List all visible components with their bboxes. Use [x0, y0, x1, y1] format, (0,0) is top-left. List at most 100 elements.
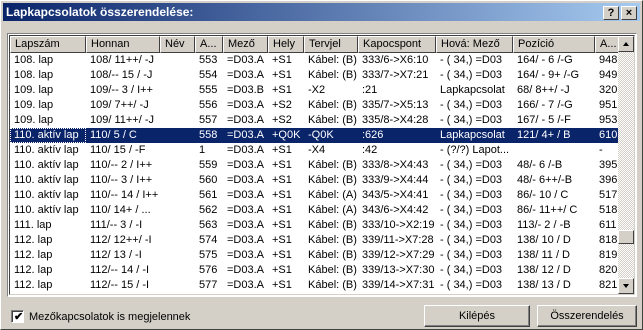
table-row[interactable]: 112. lap 112/-- 15 / -I 577 =D03.A +S1 Kábel:…	[10, 278, 620, 293]
hova-mezo-cell: - (?/?) Lapot...	[440, 144, 510, 156]
kapocspont-cell: :626	[362, 129, 384, 141]
header-col-lapszam[interactable]: Lapszám	[10, 36, 86, 53]
checkbox-label[interactable]: Mezőkapcsolatok is megjelennek	[29, 309, 190, 325]
lapszam-cell: 112. lap	[14, 264, 53, 276]
header-col-a2[interactable]: A...	[595, 36, 620, 53]
kapocspont-cell: 343/5->X4:41	[362, 189, 429, 201]
lapszam-cell: 111. lap	[14, 219, 52, 231]
checkbox-box[interactable]: ✔	[11, 310, 24, 323]
help-button[interactable]: ?	[603, 6, 619, 20]
header-col-hova-mezo[interactable]: Hová: Mező	[436, 36, 513, 53]
header-col-kapocspont[interactable]: Kapocspont	[358, 36, 436, 53]
hova-mezo-cell: - ( 34,) =D03	[440, 99, 503, 111]
nev-cell	[160, 233, 195, 248]
tervjel-cell: Kábel: (B)	[308, 264, 357, 276]
header-col-hely[interactable]: Hely	[268, 36, 304, 53]
kapocspont-cell: 339/12->X7:29	[362, 249, 435, 261]
a-cell: 559	[199, 159, 218, 171]
honnan-cell: 111/-- 3 / -I	[90, 219, 143, 231]
hely-cell: +S2	[272, 99, 292, 111]
pozicio-cell: 164/ - 6 /-G	[517, 54, 573, 66]
table-row[interactable]: 112. lap 112/-- 14 / -I 576 =D03.A +S1 Kábel:…	[10, 263, 620, 278]
header-col-pozicio[interactable]: Pozíció	[513, 36, 595, 53]
selected-table-row[interactable]: 110. aktív lap 110/ 5 / C 558 =D03.A +Q0K -Q0…	[10, 128, 620, 143]
a2-cell: 396	[599, 174, 618, 186]
table-row[interactable]: 108. lap 108/ 11++/ -J 553 =D03.A +S1 Kábel: …	[10, 53, 620, 68]
hova-mezo-cell: - ( 34,) =D03	[436, 293, 513, 294]
connections-list[interactable]: Lapszám Honnan Név A... Mező Hely Tervjel Kapoc…	[7, 33, 637, 297]
honnan-cell: 112/ 12++/ -I	[90, 234, 152, 246]
scroll-up-button[interactable]	[618, 36, 634, 52]
kapocspont-cell: 333/8->X4:43	[362, 159, 429, 171]
table-row[interactable]: 109. lap 109/ 11++/ -J 557 =D03.A +S2 Kábel: …	[10, 113, 620, 128]
table-row[interactable]: 110. aktív lap 110/ 14+ / ... 562 =D03.A +S1…	[10, 203, 620, 218]
table-row[interactable]: 110. aktív lap 110/-- 14 / I++ 561 =D03.A +S…	[10, 188, 620, 203]
a-cell: 1	[199, 144, 206, 156]
honnan-cell: 108/-- 15 / -J	[90, 69, 153, 81]
header-col-tervjel[interactable]: Tervjel	[304, 36, 358, 53]
mezo-cell: =D03.A	[227, 249, 264, 261]
tervjel-cell: -Q0K	[308, 129, 334, 141]
hely-cell: +S1	[268, 293, 304, 294]
honnan-cell: 110/ 5 / C	[90, 129, 137, 141]
header-col-nev[interactable]: Név	[160, 36, 195, 53]
hely-cell: +S1	[272, 249, 292, 261]
tervjel-cell: Kábel: (B)	[308, 114, 357, 126]
table-row[interactable]: 111. lap 111/-- 3 / -I 563 =D03.A +S1 Kábel: …	[10, 218, 620, 233]
hova-mezo-cell: - ( 34,) =D03	[440, 219, 503, 231]
hely-cell: +S1	[272, 159, 292, 171]
pozicio-cell	[513, 143, 595, 158]
tervjel-cell: Kábel: (B)	[308, 219, 357, 231]
pozicio-cell: 121/ 4+ / B	[517, 129, 571, 141]
hely-cell: +S1	[272, 84, 292, 96]
hova-mezo-cell: - ( 34,) =D03	[440, 279, 503, 291]
honnan-cell: 112/-- 14 / -I	[90, 264, 150, 276]
mezo-cell: =D03.B	[227, 84, 264, 96]
scroll-down-button[interactable]	[618, 278, 634, 294]
lapszam-cell: 110. aktív lap	[14, 159, 79, 171]
nev-cell	[160, 158, 195, 173]
kapocspont-cell: 333/7->X7:21	[362, 69, 429, 81]
header-col-mezo[interactable]: Mező	[223, 36, 268, 53]
nev-cell	[160, 278, 195, 293]
kapocspont-cell: 333/6->X6:10	[362, 54, 429, 66]
header-col-a[interactable]: A...	[195, 36, 223, 53]
a2-cell: 395	[599, 159, 618, 171]
table-row[interactable]: 110. aktív lap 110/ 15 / -F 1 =D03.A +S1 -X4:…	[10, 143, 620, 158]
pozicio-cell: 48/- 6++/-B	[517, 174, 573, 186]
lapszam-cell: 110. aktív lap	[14, 204, 79, 216]
vertical-scrollbar[interactable]	[618, 36, 634, 294]
a-cell: 557	[199, 114, 218, 126]
close-window-button[interactable]: ×	[621, 6, 637, 20]
pozicio-cell: 138/ 13 / D	[517, 279, 571, 291]
a2-cell: 949	[599, 69, 618, 81]
lapszam-cell: 110. aktív lap	[14, 189, 79, 201]
a-cell: 563	[199, 219, 218, 231]
a2-cell: 517	[599, 189, 618, 201]
table-row[interactable]: 109. lap 109/ 7++/ -J 556 =D03.A +S2 Kábel: (…	[10, 98, 620, 113]
table-row[interactable]: 112. lap112/ 15+ / -I 578=D03.A+S1Kábel: …	[10, 293, 620, 294]
table-row[interactable]: 108. lap 108/-- 15 / -J 554 =D03.A +S1 Kábel:…	[10, 68, 620, 83]
mezo-cell: =D03.A	[227, 264, 264, 276]
header-col-honnan[interactable]: Honnan	[86, 36, 160, 53]
a-cell: 575	[199, 249, 218, 261]
table-row[interactable]: 109. lap 109/-- 3 / I++ 555 =D03.B +S1 -X2:21…	[10, 83, 620, 98]
table-row[interactable]: 112. lap 112/ 12++/ -I 574 =D03.A +S1 Kábel: …	[10, 233, 620, 248]
exit-button[interactable]: Kilépés	[424, 305, 530, 327]
scroll-thumb[interactable]	[618, 230, 634, 244]
mezo-cell: =D03.A	[227, 144, 264, 156]
kapocspont-cell: 339/15->X7:32	[358, 293, 436, 294]
table-row[interactable]: 110. aktív lap 110/-- 2 / I++ 559 =D03.A +S1…	[10, 158, 620, 173]
a-cell: 577	[199, 279, 218, 291]
assign-button[interactable]: Összerendelés	[537, 305, 637, 327]
a2-cell: 610	[599, 129, 618, 141]
dialog-window: Lapkapcsolatok összerendelése: ? × Lapsz…	[0, 0, 643, 330]
a2-cell: 948	[599, 54, 618, 66]
honnan-cell: 112/ 15+ / -I	[86, 293, 160, 294]
nev-cell	[160, 128, 195, 143]
kapocspont-cell: 335/7->X5:13	[362, 99, 429, 111]
kapocspont-cell: 333/10->X2:19	[362, 219, 435, 231]
table-row[interactable]: 112. lap 112/ 13 / -I 575 =D03.A +S1 Kábel: (…	[10, 248, 620, 263]
a2-cell: 518	[599, 204, 618, 216]
table-row[interactable]: 110. aktív lap 110/-- 3 / I++ 560 =D03.A +S1…	[10, 173, 620, 188]
